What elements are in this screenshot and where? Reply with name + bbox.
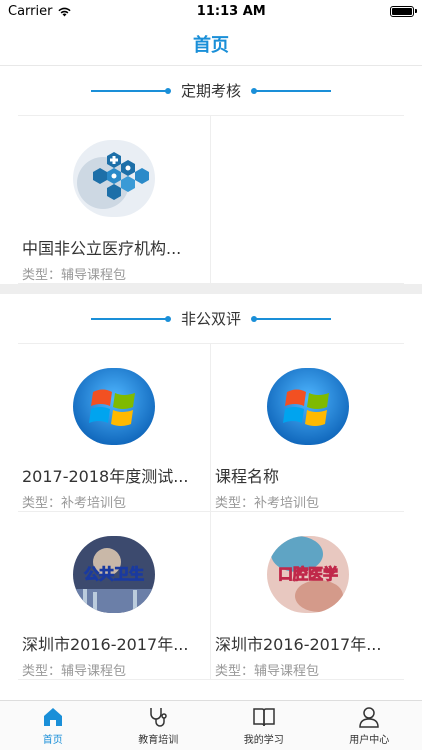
public-health-thumbnail: 公共卫生 [73, 536, 155, 614]
course-title: 中国非公立医疗机构... [22, 239, 182, 258]
thumbnail-caption: 口腔医学 [277, 565, 337, 583]
page-title: 首页 [193, 34, 229, 56]
carrier-label: Carrier [8, 3, 53, 19]
divider-line-right [251, 87, 331, 94]
course-card[interactable]: 口腔医学 深圳市2016-2017年... 类型：辅导课程包 [211, 512, 404, 680]
course-title: 课程名称 [215, 467, 280, 486]
tab-education[interactable]: 教育培训 [106, 701, 212, 750]
course-card[interactable]: 2017-2018年度测试... 类型：补考培训包 [18, 344, 211, 512]
section-separator [0, 284, 422, 294]
course-type: 类型：补考培训包 [215, 496, 320, 511]
section-dual-evaluation: 非公双评 2017-2018年度测试... 类型：补考培训包 课程名称 类型：补… [0, 294, 422, 680]
course-type: 类型：辅导课程包 [22, 664, 127, 679]
course-grid: 中国非公立医疗机构... 类型：辅导课程包 [18, 116, 404, 284]
home-icon [43, 708, 62, 726]
windows-logo-thumbnail [73, 368, 155, 446]
tab-bar: 首页 教育培训 我的学习 用户中心 [0, 700, 422, 750]
user-icon [359, 707, 380, 728]
tab-label: 用户中心 [349, 735, 390, 746]
course-card[interactable]: 中国非公立医疗机构... 类型：辅导课程包 [18, 116, 211, 284]
course-title: 深圳市2016-2017年... [215, 635, 382, 654]
course-card[interactable]: 公共卫生 深圳市2016-2017年... 类型：辅导课程包 [18, 512, 211, 680]
navigation-bar: 首页 [0, 22, 422, 66]
wifi-icon [58, 7, 72, 16]
oral-medicine-thumbnail: 口腔医学 [266, 536, 349, 614]
windows-logo-thumbnail [266, 368, 349, 446]
course-card[interactable]: 课程名称 类型：补考培训包 [211, 344, 404, 512]
divider-line-left [90, 315, 171, 322]
section-title: 非公双评 [180, 310, 241, 328]
tab-label: 我的学习 [243, 735, 284, 746]
clock: 11:13 AM [196, 3, 266, 19]
tab-label: 教育培训 [138, 735, 179, 746]
course-grid: 2017-2018年度测试... 类型：补考培训包 课程名称 类型：补考培训包 [18, 344, 404, 680]
course-type: 类型：辅导课程包 [22, 268, 127, 283]
section-title: 定期考核 [180, 82, 241, 100]
course-type: 类型：辅导课程包 [215, 664, 320, 679]
stethoscope-icon [150, 708, 167, 727]
section-header: 非公双评 [18, 294, 404, 344]
course-title: 深圳市2016-2017年... [22, 635, 189, 654]
tab-user-center[interactable]: 用户中心 [317, 701, 422, 750]
course-title: 2017-2018年度测试... [22, 467, 189, 486]
carrier-group: Carrier [8, 4, 72, 19]
divider-line-left [90, 87, 171, 94]
course-type: 类型：补考培训包 [22, 496, 127, 511]
medical-tech-thumbnail [73, 140, 155, 218]
divider-line-right [251, 315, 331, 322]
section-periodic-assessment: 定期考核 中国非公立医疗机构... 类型：辅导课程包 [0, 66, 422, 284]
tab-label: 首页 [42, 735, 63, 746]
thumbnail-caption: 公共卫生 [84, 565, 144, 583]
book-icon [253, 708, 275, 727]
battery-icon [390, 5, 417, 17]
section-header: 定期考核 [18, 66, 404, 116]
status-bar: Carrier 11:13 AM [0, 0, 422, 22]
tab-my-learning[interactable]: 我的学习 [211, 701, 317, 750]
empty-card-slot [211, 116, 404, 284]
tab-home[interactable]: 首页 [0, 701, 106, 750]
